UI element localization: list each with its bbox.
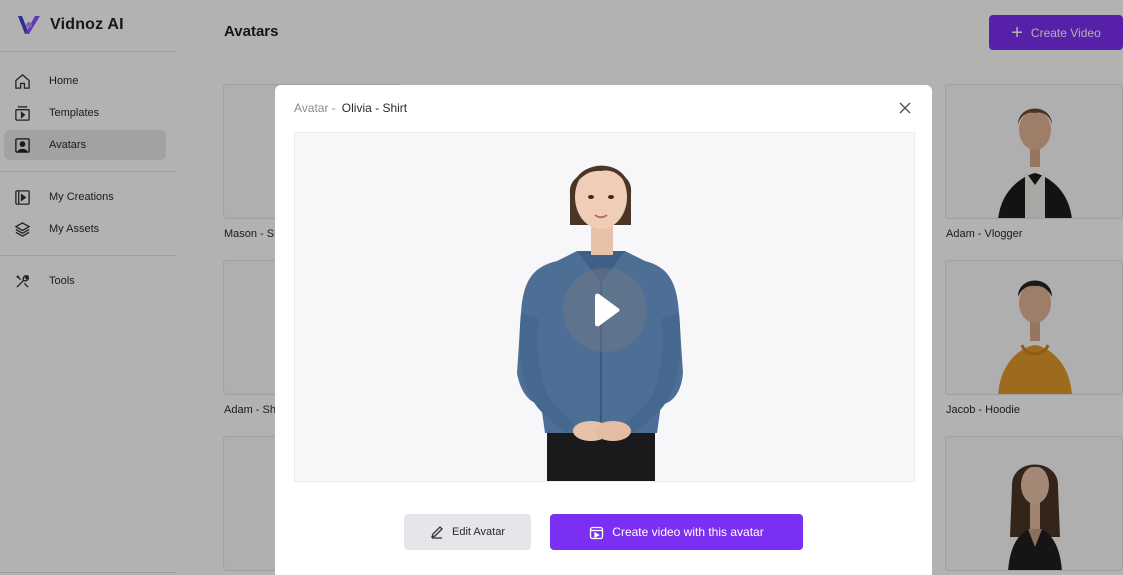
create-video-with-avatar-label: Create video with this avatar: [612, 525, 764, 539]
edit-avatar-label: Edit Avatar: [452, 526, 505, 538]
modal-avatar-name: Olivia - Shirt: [341, 101, 408, 115]
create-video-with-avatar-button[interactable]: Create video with this avatar: [550, 514, 803, 550]
video-calendar-icon: [590, 526, 604, 539]
close-icon[interactable]: [898, 101, 912, 115]
avatar-video-preview[interactable]: [294, 132, 915, 482]
edit-avatar-button[interactable]: Edit Avatar: [404, 514, 531, 550]
play-icon: [595, 293, 620, 327]
pen-icon: [430, 526, 443, 539]
modal-title: Avatar - Olivia - Shirt: [294, 101, 407, 115]
avatar-preview-modal: Avatar - Olivia - Shirt Edit Avatar Crea…: [275, 85, 932, 575]
play-button[interactable]: [563, 268, 647, 352]
modal-title-prefix: Avatar -: [294, 101, 336, 115]
